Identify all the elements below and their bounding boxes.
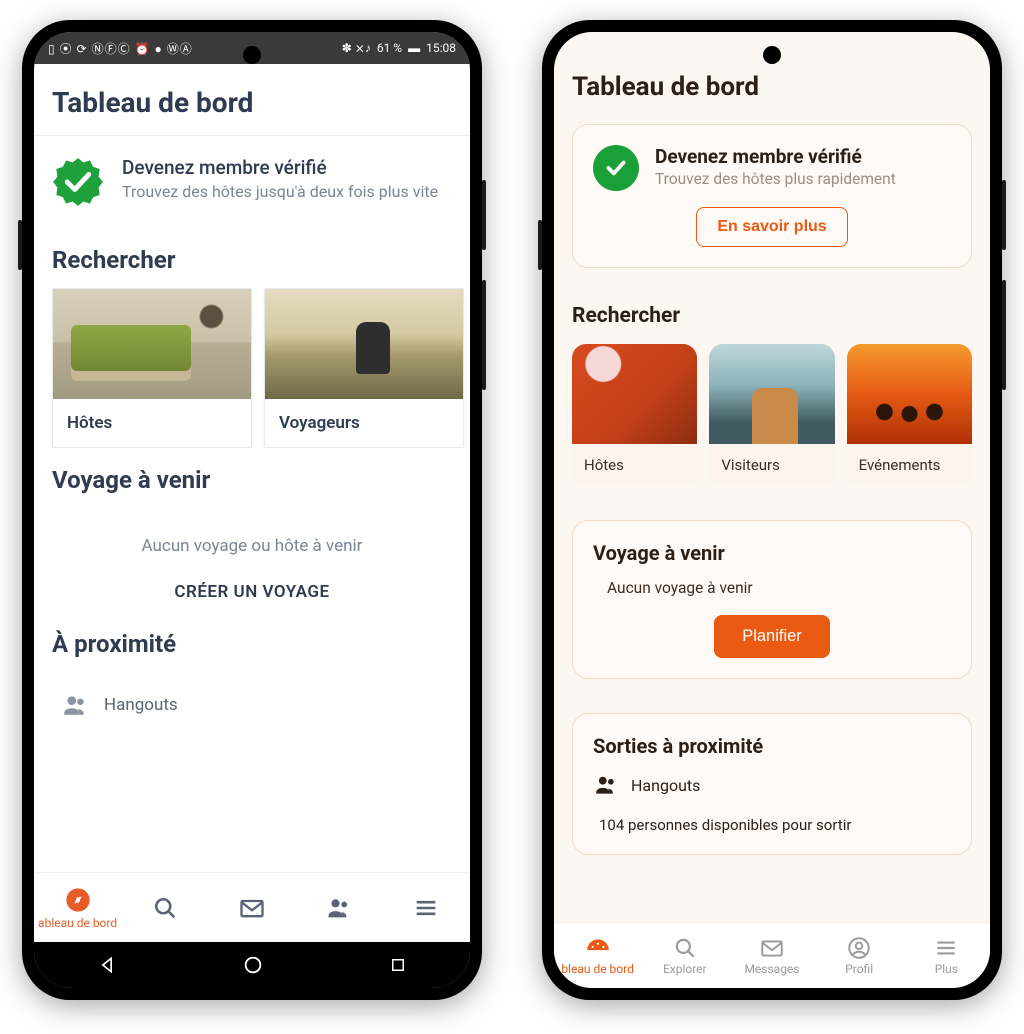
nav-search[interactable] xyxy=(121,894,208,922)
home-icon[interactable] xyxy=(242,954,264,976)
search-heading: Rechercher xyxy=(572,304,972,328)
profile-icon xyxy=(846,935,872,961)
outings-heading: Sorties à proximité xyxy=(593,734,951,758)
camera-notch xyxy=(243,46,261,64)
clock: 15:08 xyxy=(426,41,456,55)
card-visitors[interactable]: Visiteurs xyxy=(709,344,834,486)
check-badge-icon xyxy=(593,145,639,191)
trip-heading: Voyage à venir xyxy=(34,448,470,508)
nav-menu[interactable] xyxy=(383,894,470,922)
card-label: Evénements xyxy=(847,444,972,486)
battery-percent: 61 % xyxy=(377,41,402,55)
hosts-image xyxy=(53,289,251,399)
card-travelers[interactable]: Voyageurs xyxy=(264,288,464,448)
nav-more[interactable]: Plus xyxy=(903,935,990,976)
nav-messages[interactable]: Messages xyxy=(728,935,815,976)
travelers-image xyxy=(265,289,463,399)
phone-right: Tableau de bord Devenez membre vérifié T… xyxy=(542,20,1002,1000)
search-icon xyxy=(672,935,698,961)
card-events[interactable]: Evénements xyxy=(847,344,972,486)
verify-panel: Devenez membre vérifié Trouvez des hôtes… xyxy=(572,124,972,268)
verify-subtitle: Trouvez des hôtes plus rapidement xyxy=(655,170,896,188)
system-nav-bar xyxy=(34,942,470,988)
nav-label: Messages xyxy=(744,962,799,976)
nav-dashboard[interactable]: ableau de bord xyxy=(34,886,121,930)
hosts-image xyxy=(572,344,697,444)
hangouts-row[interactable]: Hangouts xyxy=(34,672,470,738)
verify-banner[interactable]: Devenez membre vérifié Trouvez des hôtes… xyxy=(34,136,470,228)
card-label: Visiteurs xyxy=(709,444,834,486)
outings-panel: Sorties à proximité Hangouts 104 personn… xyxy=(572,713,972,855)
menu-icon xyxy=(933,935,959,961)
mail-icon xyxy=(759,935,785,961)
visitors-image xyxy=(709,344,834,444)
hangouts-label: Hangouts xyxy=(104,695,178,715)
mail-icon xyxy=(238,894,266,922)
search-icon xyxy=(151,894,179,922)
search-cards: Hôtes Visiteurs Evénements xyxy=(572,344,972,486)
status-icons-left: ▯ ⦿ ⟳ ⓃⒻⒸ ⏰ ● ⓌⒶ xyxy=(48,40,193,57)
events-image xyxy=(847,344,972,444)
nav-messages[interactable] xyxy=(208,894,295,922)
trip-panel: Voyage à venir Aucun voyage à venir Plan… xyxy=(572,520,972,679)
card-hosts[interactable]: Hôtes xyxy=(52,288,252,448)
people-icon xyxy=(325,894,353,922)
status-icons-right: ✽ ⨯♪ xyxy=(342,41,371,55)
recent-icon[interactable] xyxy=(389,956,407,974)
nav-label: Plus xyxy=(935,962,958,976)
hangouts-count: 104 personnes disponibles pour sortir xyxy=(593,816,951,834)
phone-left: ▯ ⦿ ⟳ ⓃⒻⒸ ⏰ ● ⓌⒶ ✽ ⨯♪ 61 % ▬ 15:08 Table… xyxy=(22,20,482,1000)
verify-title: Devenez membre vérifié xyxy=(655,145,896,168)
nav-profile[interactable]: Profil xyxy=(816,935,903,976)
card-label: Hôtes xyxy=(572,444,697,486)
verified-badge-icon xyxy=(52,156,104,208)
people-icon xyxy=(62,692,88,718)
camera-notch xyxy=(763,46,781,64)
nav-explore[interactable]: Explorer xyxy=(641,935,728,976)
nearby-heading: À proximité xyxy=(34,612,470,672)
nav-people[interactable] xyxy=(296,894,383,922)
page-title: Tableau de bord xyxy=(34,64,470,135)
trip-empty-text: Aucun voyage à venir xyxy=(593,579,951,597)
verify-title: Devenez membre vérifié xyxy=(122,156,438,179)
gauge-icon xyxy=(585,935,611,961)
back-icon[interactable] xyxy=(97,955,117,975)
card-label: Hôtes xyxy=(53,399,251,447)
verify-subtitle: Trouvez des hôtes jusqu'à deux fois plus… xyxy=(122,182,438,203)
hangouts-row[interactable]: Hangouts xyxy=(593,772,951,798)
search-cards: Hôtes Voyageurs xyxy=(34,288,470,448)
create-trip-button[interactable]: CRÉER UN VOYAGE xyxy=(34,562,470,612)
nav-label: Explorer xyxy=(663,962,707,976)
search-heading: Rechercher xyxy=(34,228,470,288)
nav-label: Profil xyxy=(845,962,873,976)
nav-dashboard[interactable]: bleau de bord xyxy=(554,935,641,976)
plan-trip-button[interactable]: Planifier xyxy=(714,615,830,658)
card-hosts[interactable]: Hôtes xyxy=(572,344,697,486)
trip-heading: Voyage à venir xyxy=(593,541,951,565)
menu-icon xyxy=(412,894,440,922)
card-label: Voyageurs xyxy=(265,399,463,447)
nav-label: ableau de bord xyxy=(38,916,117,930)
trip-empty-text: Aucun voyage ou hôte à venir xyxy=(34,508,470,562)
people-icon xyxy=(593,772,619,798)
learn-more-button[interactable]: En savoir plus xyxy=(696,207,847,247)
bottom-nav: bleau de bord Explorer Messages Profil P… xyxy=(554,922,990,988)
bottom-nav: ableau de bord xyxy=(34,872,470,942)
hangouts-label: Hangouts xyxy=(631,776,700,795)
nav-label: bleau de bord xyxy=(561,962,634,976)
compass-icon xyxy=(64,886,92,914)
page-title: Tableau de bord xyxy=(572,72,972,102)
